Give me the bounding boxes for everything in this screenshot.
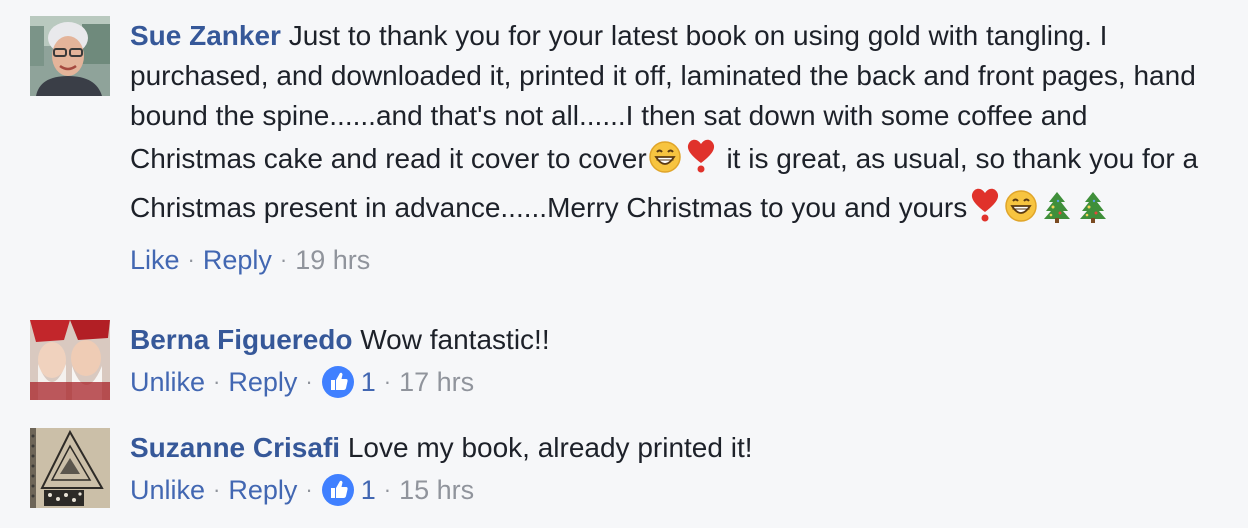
comment-text: Suzanne Crisafi Love my book, already pr… <box>130 428 1208 468</box>
separator: · <box>187 247 195 272</box>
separator: · <box>305 477 313 502</box>
timestamp[interactable]: 19 hrs <box>295 242 370 278</box>
comment-actions: Unlike · Reply · 1 · 17 hrs <box>130 364 1208 400</box>
like-button[interactable]: Like <box>130 242 180 278</box>
separator: · <box>213 369 221 394</box>
reply-button[interactable]: Reply <box>228 472 297 508</box>
comment-author[interactable]: Berna Figueredo <box>130 324 352 355</box>
avatar[interactable] <box>30 16 110 96</box>
like-count[interactable]: 1 <box>361 472 376 508</box>
christmas-tree-icon <box>1076 189 1110 234</box>
comment-thread: Sue Zanker Just to thank you for your la… <box>0 0 1248 528</box>
separator: · <box>279 247 288 272</box>
avatar[interactable] <box>30 428 110 508</box>
heart-exclamation-icon <box>968 185 1002 234</box>
comment-author[interactable]: Sue Zanker <box>130 20 281 51</box>
separator: · <box>383 369 392 394</box>
grinning-face-icon <box>648 140 682 185</box>
comment-actions: Like · Reply · 19 hrs <box>130 242 1208 278</box>
timestamp[interactable]: 15 hrs <box>399 472 474 508</box>
heart-exclamation-icon <box>684 136 718 185</box>
comment-author[interactable]: Suzanne Crisafi <box>130 432 340 463</box>
comment-body: Love my book, already printed it! <box>340 432 753 463</box>
reply-button[interactable]: Reply <box>228 364 297 400</box>
like-count[interactable]: 1 <box>361 364 376 400</box>
separator: · <box>383 477 392 502</box>
comment-text: Sue Zanker Just to thank you for your la… <box>130 16 1208 234</box>
grinning-face-icon <box>1004 189 1038 234</box>
separator: · <box>305 369 313 394</box>
like-reaction-icon[interactable] <box>321 365 355 399</box>
separator: · <box>213 477 221 502</box>
avatar[interactable] <box>30 320 110 400</box>
comment-actions: Unlike · Reply · 1 · 15 hrs <box>130 472 1208 508</box>
christmas-tree-icon <box>1040 189 1074 234</box>
reply-button[interactable]: Reply <box>203 242 272 278</box>
unlike-button[interactable]: Unlike <box>130 364 205 400</box>
comment-text: Berna Figueredo Wow fantastic!! <box>130 320 1208 360</box>
timestamp[interactable]: 17 hrs <box>399 364 474 400</box>
like-reaction-icon[interactable] <box>321 473 355 507</box>
comment-body: Wow fantastic!! <box>352 324 550 355</box>
unlike-button[interactable]: Unlike <box>130 472 205 508</box>
